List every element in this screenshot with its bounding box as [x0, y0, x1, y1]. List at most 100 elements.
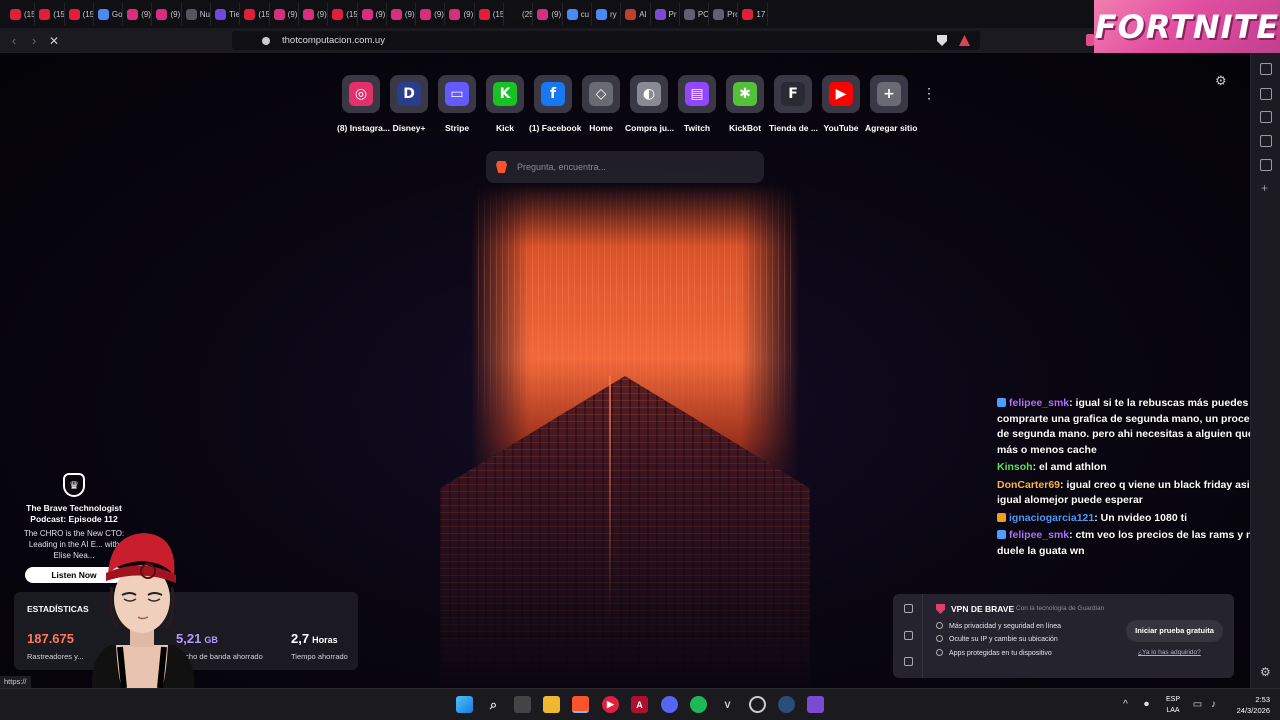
- media-player-icon[interactable]: ▶: [602, 696, 619, 713]
- bookmarks-icon[interactable]: [1260, 135, 1272, 147]
- stream-chat-overlay: felipee_smk: igual si te la rebuscas más…: [997, 396, 1250, 561]
- top-site-tile[interactable]: ◇ Home: [577, 75, 625, 133]
- top-site-tile[interactable]: f (1) Facebook: [529, 75, 581, 133]
- leo-ai-icon[interactable]: [1260, 63, 1272, 75]
- address-bar[interactable]: thotcomputacion.com.uy: [232, 31, 980, 50]
- browser-tab[interactable]: (9): [416, 3, 446, 25]
- chat-badge-icon: [997, 512, 1006, 522]
- chat-message: felipee_smk: ctm veo los precios de las …: [997, 528, 1250, 559]
- top-site-label: (8) Instagra...: [337, 123, 390, 133]
- spotify-icon[interactable]: [690, 696, 707, 713]
- sidebar-settings-icon[interactable]: ⚙: [1260, 665, 1271, 679]
- top-site-tile[interactable]: + Agregar sitio: [865, 75, 917, 133]
- history-icon[interactable]: [1260, 159, 1272, 171]
- reading-list-icon[interactable]: [1260, 111, 1272, 123]
- browser-tab[interactable]: (25: [504, 3, 534, 25]
- vpn-feature-text: Apps protegidas en tu dispositivo: [949, 650, 1052, 657]
- site-info-icon[interactable]: [262, 36, 270, 45]
- top-site-tile[interactable]: ▭ Stripe: [433, 75, 481, 133]
- brave-browser-icon[interactable]: [572, 696, 589, 713]
- browser-tab[interactable]: cu: [563, 3, 592, 25]
- tab-favicon-icon: [537, 8, 549, 20]
- search-icon[interactable]: ⌕: [485, 696, 502, 713]
- browser-tab[interactable]: Pr: [651, 3, 680, 25]
- add-panel-icon[interactable]: +: [1261, 181, 1268, 195]
- browser-tab[interactable]: Nu: [182, 3, 212, 25]
- browser-tab[interactable]: (9): [387, 3, 417, 25]
- browser-tab[interactable]: PC: [680, 3, 710, 25]
- browser-tab[interactable]: Go: [94, 3, 124, 25]
- tab-title: (15: [258, 9, 270, 19]
- top-site-tile[interactable]: F Tienda de ...: [769, 75, 818, 133]
- browser-tab[interactable]: (9): [533, 3, 563, 25]
- lang-line2: LAA: [1166, 707, 1180, 714]
- discord-icon[interactable]: [661, 696, 678, 713]
- vpn-card: VPN DE BRAVE Con la tecnología de Guardi…: [893, 594, 1234, 678]
- news-icon[interactable]: [904, 657, 913, 666]
- browser-tab[interactable]: (9): [299, 3, 329, 25]
- start-trial-button[interactable]: Iniciar prueba gratuita: [1126, 620, 1223, 642]
- already-purchased-link[interactable]: ¿Ya lo has adquirido?: [1138, 649, 1201, 656]
- browser-tab[interactable]: (9): [123, 3, 153, 25]
- browser-tab[interactable]: Al: [621, 3, 651, 25]
- top-site-tile[interactable]: K Kick: [481, 75, 529, 133]
- top-site-tile[interactable]: ◎ (8) Instagra...: [337, 75, 390, 133]
- tab-title: Pr: [668, 9, 677, 19]
- file-explorer-icon[interactable]: [543, 696, 560, 713]
- display-icon[interactable]: ▭: [1192, 699, 1203, 710]
- extension-icon[interactable]: [1086, 34, 1094, 46]
- rewards-icon[interactable]: [904, 631, 913, 640]
- clock[interactable]: 2:53 24/3/2026: [1222, 694, 1270, 716]
- gear-icon[interactable]: ⚙: [1215, 74, 1229, 88]
- wallet-icon[interactable]: [1260, 88, 1272, 100]
- browser-tab[interactable]: Tie: [211, 3, 241, 25]
- browser-tab[interactable]: (9): [358, 3, 387, 25]
- top-site-tile[interactable]: ◐ Compra ju...: [625, 75, 674, 133]
- browser-tab[interactable]: (15: [65, 3, 94, 25]
- obs-icon[interactable]: [749, 696, 766, 713]
- browser-toolbar: ‹ › ✕ ▯ thotcomputacion.com.uy: [0, 28, 1094, 53]
- task-view-icon[interactable]: [514, 696, 531, 713]
- tab-favicon-icon: [742, 8, 754, 20]
- browser-tab[interactable]: 17: [738, 3, 768, 25]
- volume-icon[interactable]: ♪: [1208, 699, 1219, 710]
- tab-title: ry: [609, 9, 617, 19]
- forward-button[interactable]: ›: [24, 31, 44, 51]
- tray-overflow-icon[interactable]: ^: [1120, 699, 1131, 710]
- browser-tab[interactable]: (9): [152, 3, 182, 25]
- browser-tab[interactable]: ry: [592, 3, 622, 25]
- search-box[interactable]: Pregunta, encuentra...: [486, 151, 764, 183]
- vpn-shield-icon: [936, 604, 945, 614]
- brave-rewards-icon[interactable]: [959, 35, 970, 46]
- adobe-app-icon[interactable]: A: [631, 696, 648, 713]
- top-site-tile[interactable]: ▤ Twitch: [673, 75, 721, 133]
- browser-tab[interactable]: (15: [328, 3, 358, 25]
- site-icon: ◎: [349, 82, 373, 106]
- top-site-tile[interactable]: ✱ KickBot: [721, 75, 769, 133]
- browser-tab[interactable]: (9): [445, 3, 475, 25]
- browser-tab[interactable]: Pro: [709, 3, 739, 25]
- steam-icon[interactable]: [778, 696, 795, 713]
- stat-unit: Horas: [312, 635, 338, 645]
- microphone-icon[interactable]: ⏺: [1141, 699, 1152, 710]
- brave-shields-icon[interactable]: [937, 35, 947, 46]
- browser-tab[interactable]: (9): [270, 3, 299, 25]
- chat-username: felipee_smk: [1009, 529, 1070, 541]
- top-site-tile[interactable]: ▶ YouTube: [817, 75, 865, 133]
- input-language[interactable]: ESP LAA: [1163, 694, 1183, 716]
- shield-icon[interactable]: [904, 604, 913, 613]
- streamer-avatar: [91, 533, 195, 688]
- browser-tab[interactable]: (15: [240, 3, 270, 25]
- back-button[interactable]: ‹: [4, 31, 24, 51]
- app-icon[interactable]: [807, 696, 824, 713]
- browser-tab[interactable]: (15: [475, 3, 505, 25]
- tab-favicon-icon: [361, 8, 373, 20]
- top-site-tile[interactable]: D Disney+: [385, 75, 433, 133]
- game-launcher-icon[interactable]: V: [719, 696, 736, 713]
- more-options-icon[interactable]: ⋮: [922, 86, 936, 102]
- tab-title: (25: [522, 9, 534, 19]
- browser-tab[interactable]: (15: [35, 3, 65, 25]
- stop-loading-button[interactable]: ✕: [44, 31, 64, 51]
- browser-tab[interactable]: (15: [6, 3, 36, 25]
- windows-start-icon[interactable]: [456, 696, 473, 713]
